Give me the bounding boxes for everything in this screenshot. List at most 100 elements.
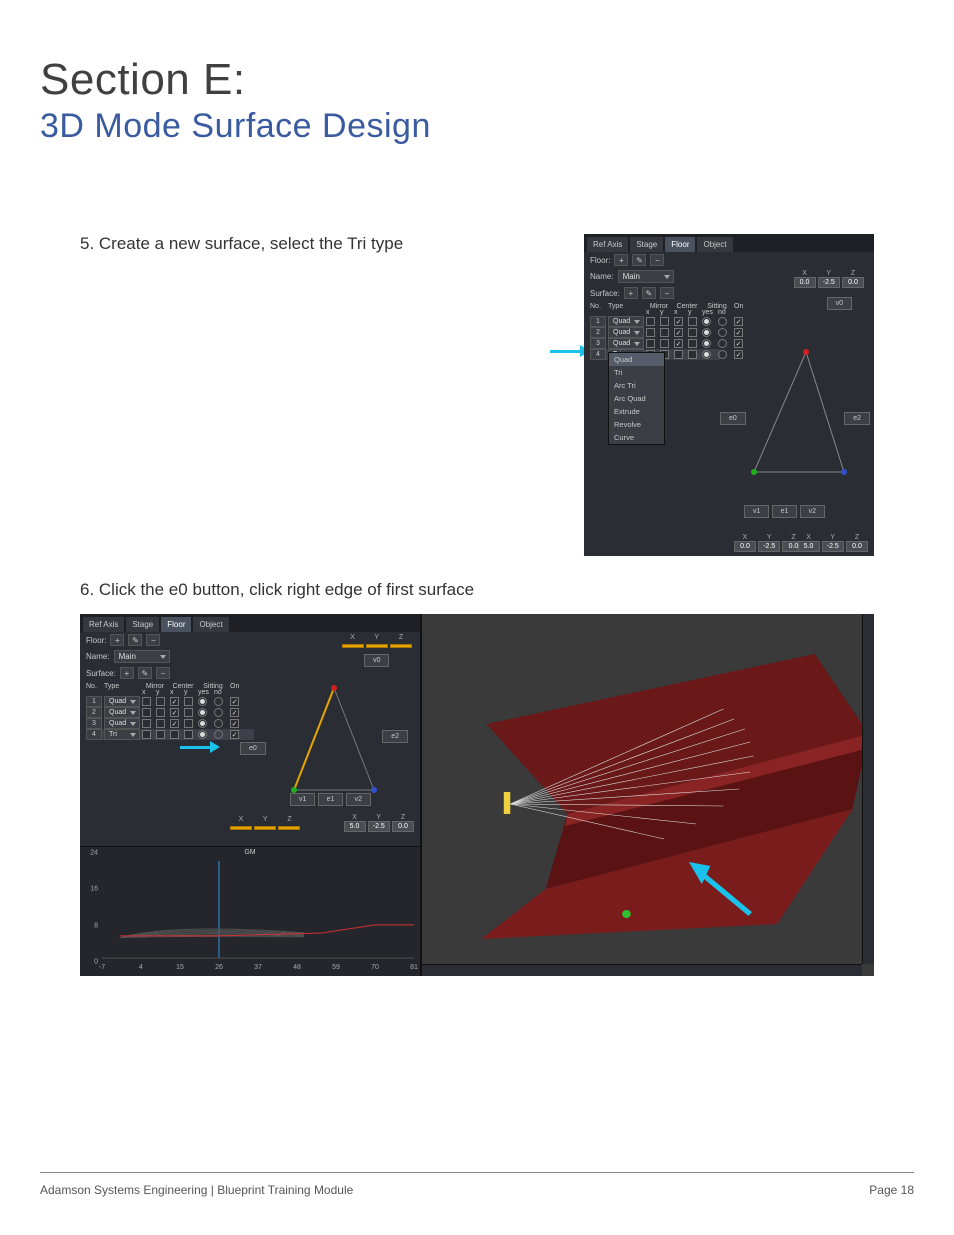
coord-z[interactable] — [390, 644, 412, 648]
dropdown-option[interactable]: Arc Tri — [609, 379, 664, 392]
figure-2: Ref Axis Stage Floor Object Floor: + ✎ −… — [80, 614, 874, 976]
3d-viewport[interactable] — [420, 614, 874, 976]
table-row: 4 Tri — [86, 729, 254, 740]
step-5-text: 5. Create a new surface, select the Tri … — [80, 234, 403, 254]
minus-icon[interactable]: − — [660, 287, 674, 299]
v1-button[interactable]: v1 — [290, 793, 315, 806]
chart-y-tick: 24 — [90, 850, 98, 857]
type-select[interactable]: Quad — [608, 338, 644, 349]
section-subtitle: 3D Mode Surface Design — [40, 107, 914, 146]
chart-x-tick: 70 — [371, 964, 379, 971]
v0-button[interactable]: v0 — [827, 297, 852, 310]
e2-button[interactable]: e2 — [844, 412, 870, 425]
mirror-x-checkbox[interactable] — [646, 317, 655, 326]
table-row: 3 Quad — [86, 718, 254, 729]
chart-x-tick: 26 — [215, 964, 223, 971]
v2-button[interactable]: v2 — [800, 505, 825, 518]
chart-x-tick: 48 — [293, 964, 301, 971]
minus-icon[interactable]: − — [650, 254, 664, 266]
page-footer: Adamson Systems Engineering | Blueprint … — [40, 1172, 914, 1197]
dropdown-option[interactable]: Extrude — [609, 405, 664, 418]
e2-button[interactable]: e2 — [382, 730, 408, 743]
chart-x-tick: 15 — [176, 964, 184, 971]
type-dropdown[interactable]: Quad Tri Arc Tri Arc Quad Extrude Revolv… — [608, 352, 665, 445]
name-label: Name: — [590, 272, 614, 281]
table-row: 1 Quad — [590, 316, 720, 327]
step-6-text: 6. Click the e0 button, click right edge… — [80, 580, 914, 600]
name-select[interactable]: Main — [114, 650, 170, 663]
plus-icon[interactable]: + — [120, 667, 134, 679]
plus-icon[interactable]: + — [614, 254, 628, 266]
scrollbar-vertical[interactable] — [862, 614, 874, 964]
row-number[interactable]: 2 — [590, 327, 606, 338]
panel-tabs: Ref Axis Stage Floor Object — [584, 234, 874, 252]
tab-floor[interactable]: Floor — [161, 617, 191, 632]
coord-y[interactable] — [366, 644, 388, 648]
e1-button[interactable]: e1 — [318, 793, 344, 806]
table-row: 2 Quad — [86, 707, 254, 718]
plus-icon[interactable]: + — [110, 634, 124, 646]
coord-z[interactable]: 0.0 — [842, 277, 864, 288]
coord-x[interactable] — [342, 644, 364, 648]
chart-y-tick: 16 — [90, 886, 98, 893]
dropdown-option[interactable]: Quad — [609, 353, 664, 366]
arrow-icon — [180, 742, 220, 752]
table-row: 3 Quad — [590, 338, 720, 349]
br-coords: X Y Z 5.0 -2.5 0.0 — [798, 532, 868, 552]
surface-label: Surface: — [590, 289, 620, 298]
pencil-icon[interactable]: ✎ — [642, 287, 656, 299]
pencil-icon[interactable]: ✎ — [632, 254, 646, 266]
minus-icon[interactable]: − — [146, 634, 160, 646]
footer-org: Adamson Systems Engineering — [40, 1183, 207, 1197]
row-number[interactable]: 4 — [590, 349, 606, 360]
v2-button[interactable]: v2 — [346, 793, 371, 806]
row-number[interactable]: 3 — [590, 338, 606, 349]
minus-icon[interactable]: − — [156, 667, 170, 679]
chart-y-tick: 8 — [94, 922, 98, 929]
chart-x-tick: 81 — [410, 964, 418, 971]
coord-x[interactable]: 0.0 — [794, 277, 816, 288]
tab-ref-axis[interactable]: Ref Axis — [587, 237, 628, 252]
pencil-icon[interactable]: ✎ — [138, 667, 152, 679]
chart-x-tick: 37 — [254, 964, 262, 971]
table-row: 2 Quad — [590, 327, 720, 338]
e0-button[interactable]: e0 — [240, 742, 266, 755]
floor-label: Floor: — [590, 256, 610, 265]
dropdown-option[interactable]: Tri — [609, 366, 664, 379]
tab-object[interactable]: Object — [193, 617, 228, 632]
center-x-checkbox[interactable] — [674, 317, 683, 326]
coord-y[interactable]: -2.5 — [818, 277, 840, 288]
e0-button[interactable]: e0 — [720, 412, 746, 425]
type-select[interactable]: Quad — [608, 327, 644, 338]
plus-icon[interactable]: + — [624, 287, 638, 299]
scrollbar-horizontal[interactable] — [422, 964, 862, 976]
chart-y-tick: 0 — [94, 959, 98, 966]
tab-stage[interactable]: Stage — [126, 617, 159, 632]
v0-button[interactable]: v0 — [364, 654, 389, 667]
top-coords: X Y Z 0.0 -2.5 0.0 — [794, 268, 864, 288]
dropdown-option[interactable]: Revolve — [609, 418, 664, 431]
tab-stage[interactable]: Stage — [630, 237, 663, 252]
footer-module: Blueprint Training Module — [217, 1183, 353, 1197]
row-number[interactable]: 1 — [590, 316, 606, 327]
chart-x-tick: 4 — [139, 964, 143, 971]
pencil-icon[interactable]: ✎ — [128, 634, 142, 646]
figure-1: Ref Axis Stage Floor Object Floor: + ✎ − — [554, 234, 874, 556]
col-no: No. — [590, 303, 606, 310]
page-number: Page 18 — [869, 1183, 914, 1197]
type-select[interactable]: Quad — [608, 316, 644, 327]
dropdown-option[interactable]: Arc Quad — [609, 392, 664, 405]
e1-button[interactable]: e1 — [772, 505, 798, 518]
table-row: 1 Quad — [86, 696, 254, 707]
chart-title: GM — [244, 849, 255, 856]
tab-object[interactable]: Object — [697, 237, 732, 252]
sitting-yes-radio[interactable] — [702, 317, 711, 326]
mirror-y-checkbox[interactable] — [660, 317, 669, 326]
dropdown-option[interactable]: Curve — [609, 431, 664, 444]
tab-floor[interactable]: Floor — [665, 237, 695, 252]
3d-surface-render — [422, 614, 874, 976]
name-select[interactable]: Main — [618, 270, 674, 283]
v1-button[interactable]: v1 — [744, 505, 769, 518]
tab-ref-axis[interactable]: Ref Axis — [83, 617, 124, 632]
center-y-checkbox[interactable] — [688, 317, 697, 326]
